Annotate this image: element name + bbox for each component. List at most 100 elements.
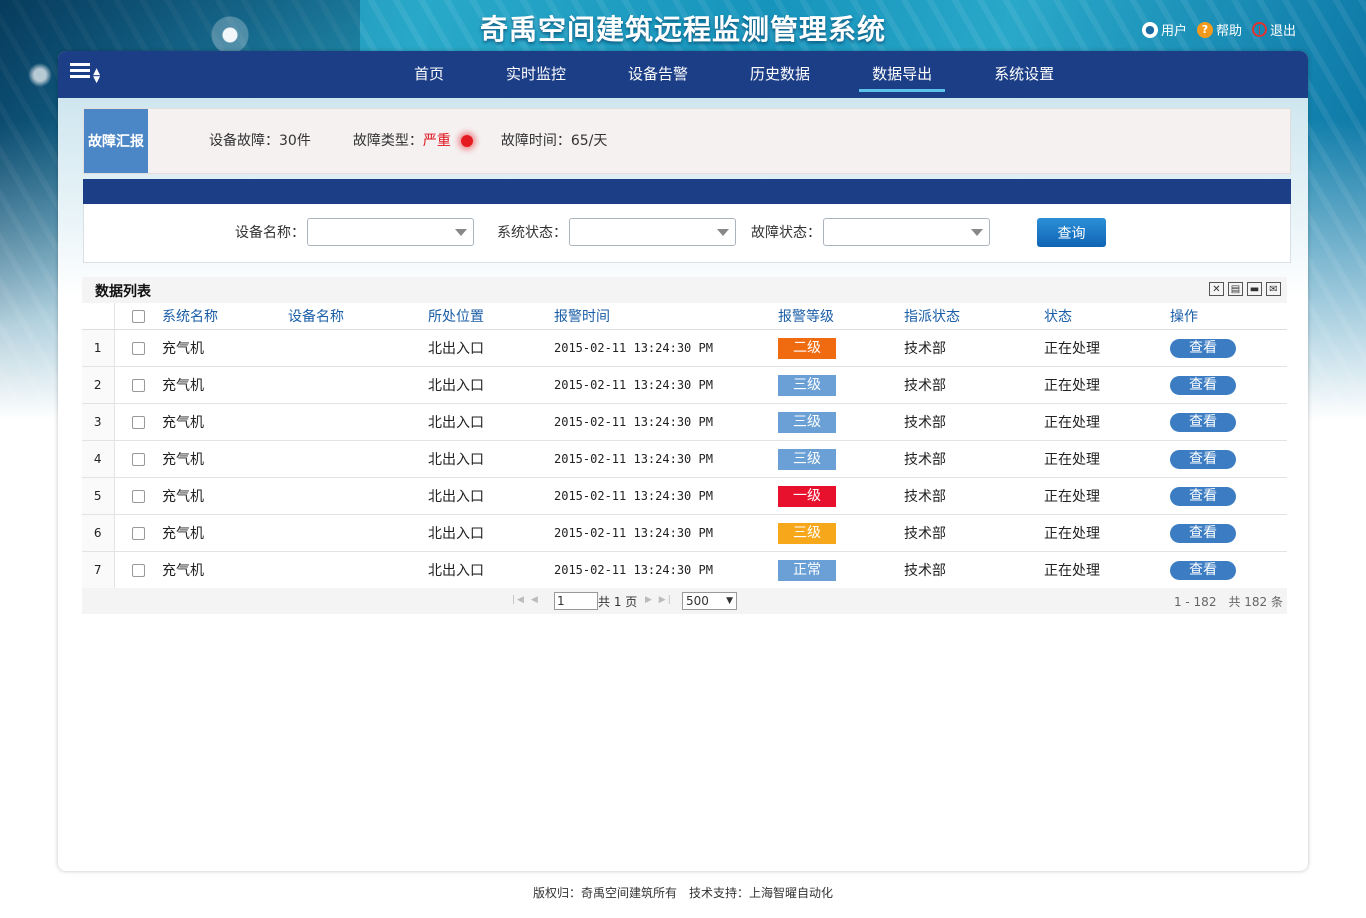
row-checkbox[interactable] (131, 341, 145, 355)
view-button[interactable]: 查看 (1170, 449, 1236, 469)
view-button[interactable]: 查看 (1170, 338, 1236, 358)
row-number-header (82, 303, 115, 330)
menu-toggle-icon[interactable]: ▲ ▼ (70, 63, 100, 85)
nav-system-settings[interactable]: 系统设置 (981, 51, 1067, 98)
device-name-select[interactable] (307, 218, 474, 246)
table-row: 4 充气机 北出入口 2015-02-11 13:24:30 PM 三级 技术部 正在处理查… (82, 440, 1287, 478)
row-checkbox[interactable] (131, 452, 145, 466)
nav-history-data[interactable]: 历史数据 (737, 51, 823, 98)
row-number: 4 (82, 440, 115, 478)
cell-location: 北出入口 (428, 329, 554, 367)
cell-system-name: 充气机 (162, 477, 288, 515)
page-number-input[interactable]: 1 (554, 592, 598, 610)
table-row: 5 充气机 北出入口 2015-02-11 13:24:30 PM 一级 技术部 正在处理查… (82, 477, 1287, 515)
device-name-label: 设备名称： (235, 225, 305, 241)
table-header-row: 系统名称 设备名称 所处位置 报警时间 报警等级 指派状态 状态 操作 (82, 303, 1287, 330)
cell-system-name: 充气机 (162, 440, 288, 478)
cell-location: 北出入口 (428, 403, 554, 441)
col-assign-status[interactable]: 指派状态 (904, 303, 1044, 330)
help-link[interactable]: ? 帮助 (1196, 20, 1242, 39)
alarm-level-badge: 一级 (778, 485, 836, 507)
nav-data-export[interactable]: 数据导出 (859, 51, 946, 98)
cell-status: 正在处理 (1044, 403, 1170, 441)
cell-location: 北出入口 (428, 551, 554, 589)
col-system-name[interactable]: 系统名称 (162, 303, 288, 330)
list-tools: ✕ ▤ ▬ ✉ (1209, 282, 1281, 296)
col-status[interactable]: 状态 (1044, 303, 1170, 330)
filter-header-bar (83, 179, 1291, 204)
cell-system-name: 充气机 (162, 514, 288, 552)
row-number: 2 (82, 366, 115, 404)
view-button[interactable]: 查看 (1170, 375, 1236, 395)
fault-type-value: 严重 (422, 133, 451, 149)
table-row: 3 充气机 北出入口 2015-02-11 13:24:30 PM 三级 技术部 正在处理查… (82, 403, 1287, 441)
nav-home[interactable]: 首页 (401, 51, 457, 98)
fault-type: 故障类型：严重 (352, 130, 473, 150)
row-checkbox[interactable] (131, 563, 145, 577)
export-icon[interactable]: ▤ (1228, 282, 1243, 296)
total-pages: 共 1 页 (598, 595, 638, 609)
col-operation: 操作 (1170, 303, 1287, 330)
system-status-select[interactable] (569, 218, 736, 246)
user-link[interactable]: ● 用户 (1141, 20, 1187, 39)
view-button[interactable]: 查看 (1170, 486, 1236, 506)
nav-realtime-monitor[interactable]: 实时监控 (493, 51, 579, 98)
page-size-value: 500 (686, 594, 709, 608)
fault-status-label: 故障状态： (751, 225, 821, 241)
data-list-header: 数据列表 ✕ ▤ ▬ ✉ (82, 277, 1287, 303)
fault-report: 故障汇报 设备故障：30件 故障类型：严重 故障时间：65/天 (83, 108, 1291, 174)
cell-alarm-level: 三级 (778, 403, 904, 441)
cell-assign-status: 技术部 (904, 329, 1044, 367)
filter-panel: 设备名称： 系统状态： 故障状态： 查询 (83, 204, 1291, 263)
query-button[interactable]: 查询 (1037, 218, 1106, 247)
row-checkbox[interactable] (131, 489, 145, 503)
select-all-checkbox[interactable] (131, 309, 145, 323)
cell-status: 正在处理 (1044, 514, 1170, 552)
close-icon[interactable]: ✕ (1209, 282, 1224, 296)
logout-link[interactable]: | 退出 (1251, 20, 1296, 39)
col-alarm-time[interactable]: 报警时间 (554, 303, 778, 330)
row-checkbox[interactable] (131, 415, 145, 429)
first-prev-page-icons[interactable]: |◀ ◀ (512, 595, 540, 605)
next-last-page-icons[interactable]: ▶ ▶| (645, 595, 673, 605)
cell-alarm-time: 2015-02-11 13:24:30 PM (554, 329, 778, 367)
row-number: 1 (82, 329, 115, 367)
fault-type-label: 故障类型： (352, 133, 423, 149)
top-links: ● 用户 ? 帮助 | 退出 (1141, 20, 1296, 39)
col-device-name[interactable]: 设备名称 (288, 303, 428, 330)
col-location[interactable]: 所处位置 (428, 303, 554, 330)
row-number: 5 (82, 477, 115, 515)
table-row: 6 充气机 北出入口 2015-02-11 13:24:30 PM 三级 技术部 正在处理查… (82, 514, 1287, 552)
cell-alarm-level: 一级 (778, 477, 904, 515)
view-button[interactable]: 查看 (1170, 412, 1236, 432)
cell-alarm-time: 2015-02-11 13:24:30 PM (554, 366, 778, 404)
select-all-cell (114, 303, 162, 330)
cell-operation: 查看 (1170, 440, 1287, 478)
fault-status-select[interactable] (823, 218, 990, 246)
print-icon[interactable]: ▬ (1247, 282, 1262, 296)
cell-device-name (288, 514, 428, 552)
cell-operation: 查看 (1170, 551, 1287, 589)
alarm-level-badge: 正常 (778, 559, 836, 581)
row-checkbox[interactable] (131, 526, 145, 540)
cell-alarm-time: 2015-02-11 13:24:30 PM (554, 551, 778, 589)
cell-operation: 查看 (1170, 329, 1287, 367)
view-button[interactable]: 查看 (1170, 523, 1236, 543)
mail-icon[interactable]: ✉ (1266, 282, 1281, 296)
view-button[interactable]: 查看 (1170, 560, 1236, 580)
col-alarm-level[interactable]: 报警等级 (778, 303, 904, 330)
nav-bar: ▲ ▼ 首页 实时监控 设备告警 历史数据 数据导出 系统设置 (58, 51, 1308, 98)
system-status-filter: 系统状态： (497, 218, 736, 246)
cell-operation: 查看 (1170, 366, 1287, 404)
cell-location: 北出入口 (428, 477, 554, 515)
cell-status: 正在处理 (1044, 551, 1170, 589)
row-checkbox[interactable] (131, 378, 145, 392)
row-select-cell (114, 403, 162, 441)
cell-device-name (288, 551, 428, 589)
page-size-select[interactable]: 500 ▼ (682, 592, 737, 610)
main-panel: ▲ ▼ 首页 实时监控 设备告警 历史数据 数据导出 系统设置 故障汇报 设备故障… (58, 51, 1308, 871)
cell-assign-status: 技术部 (904, 551, 1044, 589)
row-select-cell (114, 477, 162, 515)
nav-device-alarm[interactable]: 设备告警 (615, 51, 701, 98)
data-list-title: 数据列表 (95, 284, 151, 300)
